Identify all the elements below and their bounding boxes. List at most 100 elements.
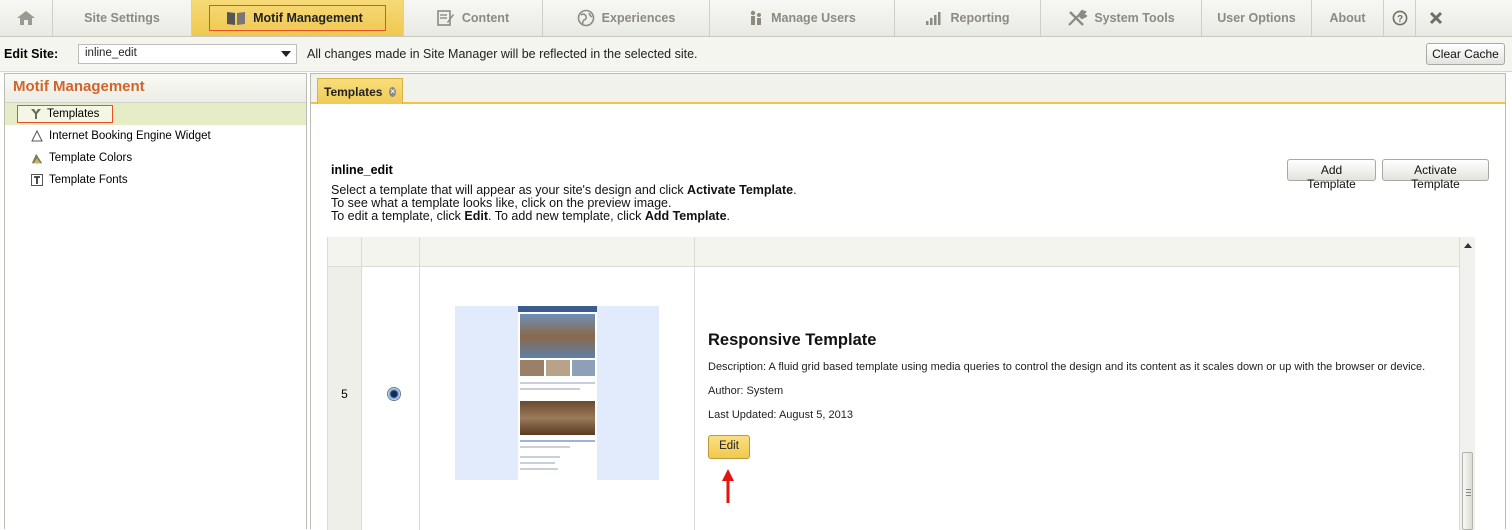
edit-button[interactable]: Edit — [708, 435, 750, 459]
site-select-value: inline_edit — [85, 47, 137, 59]
preview-line — [520, 382, 595, 384]
nav-label: User Options — [1217, 11, 1296, 25]
content-icon — [437, 10, 454, 26]
nav-label: Site Settings — [84, 11, 160, 25]
scrollbar-thumb[interactable] — [1462, 452, 1473, 530]
preview-line — [520, 440, 595, 442]
template-name: Responsive Template — [708, 331, 877, 349]
book-icon — [227, 12, 246, 25]
nav-label: Motif Management — [253, 11, 363, 25]
nav-site-settings[interactable]: Site Settings — [53, 0, 192, 36]
instruction-text: . — [793, 183, 797, 197]
preview-thumb — [520, 360, 544, 376]
nav-manage-users[interactable]: Manage Users — [710, 0, 895, 36]
close-icon — [1429, 11, 1442, 25]
instruction-bold: Add Template — [644, 209, 727, 223]
nav-label: Content — [461, 11, 510, 25]
grip-line — [1466, 489, 1471, 490]
tools-icon — [1068, 9, 1088, 26]
site-note: All changes made in Site Manager will be… — [307, 47, 698, 61]
right-panel: Templates × inline_edit Select a templat… — [310, 73, 1506, 530]
triangle-icon — [31, 130, 43, 142]
nav-label: System Tools — [1094, 11, 1175, 25]
sidebar-item-template-colors[interactable]: Template Colors — [5, 147, 306, 169]
nav-motif-management[interactable]: Motif Management — [192, 0, 404, 36]
preview-photo — [520, 401, 595, 435]
nav-home[interactable] — [0, 0, 53, 36]
nav-help[interactable]: ? — [1384, 0, 1416, 36]
sidebar-item-label: Templates — [47, 108, 100, 120]
preview-line — [520, 462, 555, 464]
tab-strip: Templates × — [311, 74, 1505, 104]
sidebar-item-templates[interactable]: Templates — [5, 103, 306, 125]
preview-thumb — [572, 360, 595, 376]
nav-label: Experiences — [601, 11, 676, 25]
nav-about[interactable]: About — [1312, 0, 1384, 36]
instruction-text: . To add new template, click — [488, 209, 645, 223]
templates-icon — [30, 108, 42, 120]
instruction-bold: Edit — [464, 209, 489, 223]
preview-page — [518, 306, 597, 480]
nav-experiences[interactable]: Experiences — [543, 0, 710, 36]
preview-line — [520, 468, 558, 470]
nav-content[interactable]: Content — [404, 0, 543, 36]
grip-line — [1466, 495, 1471, 496]
sidebar-item-label: Template Colors — [49, 152, 133, 164]
instruction-line-3: To edit a template, click Edit. To add n… — [331, 210, 797, 223]
users-icon — [750, 10, 762, 25]
clear-cache-button[interactable]: Clear Cache — [1426, 43, 1505, 65]
selection-highlight: Templates — [17, 105, 114, 123]
site-select[interactable]: inline_edit — [78, 44, 297, 64]
svg-text:?: ? — [1396, 14, 1402, 25]
palette-icon — [31, 152, 43, 164]
row-number-column — [328, 237, 361, 530]
site-bar: Edit Site: inline_edit All changes made … — [0, 37, 1512, 72]
nav-close[interactable] — [1416, 0, 1455, 36]
red-arrow-icon — [722, 469, 734, 503]
chevron-down-icon — [281, 51, 291, 57]
sidebar-item-booking-widget[interactable]: Internet Booking Engine Widget — [5, 125, 306, 147]
close-icon[interactable]: × — [389, 86, 396, 97]
instruction-text: . — [726, 209, 731, 223]
home-icon — [17, 11, 35, 25]
template-details: Responsive Template Description: A fluid… — [708, 331, 1425, 503]
left-panel-title: Motif Management — [5, 74, 306, 103]
nav-user-options[interactable]: User Options — [1202, 0, 1312, 36]
column-divider — [419, 237, 420, 530]
activate-template-button[interactable]: Activate Template — [1382, 159, 1489, 191]
tab-templates[interactable]: Templates × — [317, 78, 403, 104]
preview-line — [520, 446, 570, 448]
grip-line — [1466, 492, 1471, 493]
nav-label: About — [1329, 11, 1366, 25]
globe-icon — [577, 9, 594, 27]
vertical-scrollbar[interactable] — [1459, 237, 1475, 530]
preview-line — [520, 388, 580, 390]
nav-reporting[interactable]: Reporting — [895, 0, 1041, 36]
row-number: 5 — [341, 387, 348, 401]
site-name-heading: inline_edit — [331, 163, 393, 177]
template-preview-image[interactable] — [455, 306, 659, 480]
left-panel: Motif Management Templates Internet Book… — [4, 73, 307, 529]
preview-thumb — [546, 360, 570, 376]
preview-header-bar — [518, 306, 597, 312]
help-icon: ? — [1392, 10, 1407, 26]
sidebar-item-template-fonts[interactable]: Template Fonts — [5, 169, 306, 191]
nav-system-tools[interactable]: System Tools — [1041, 0, 1202, 36]
edit-site-label: Edit Site: — [4, 47, 59, 61]
templates-grid: 5 Responsive Template Description: A flu… — [327, 237, 1475, 530]
instructions: Select a template that will appear as yo… — [331, 184, 797, 223]
sidebar-item-label: Template Fonts — [49, 174, 128, 186]
top-navigation: Site Settings Motif Management Content E… — [0, 0, 1512, 37]
preview-hero — [520, 314, 595, 358]
add-template-button[interactable]: Add Template — [1287, 159, 1376, 191]
template-author: Author: System — [708, 385, 784, 397]
chart-icon — [926, 12, 941, 25]
template-description: Description: A fluid grid based template… — [708, 361, 1426, 373]
column-divider — [361, 237, 362, 530]
instruction-bold: Activate Template — [687, 183, 794, 197]
column-divider — [694, 237, 695, 530]
font-icon — [31, 174, 43, 186]
scroll-up-icon[interactable] — [1464, 243, 1472, 248]
template-last-updated: Last Updated: August 5, 2013 — [708, 409, 853, 421]
template-radio[interactable] — [387, 387, 401, 401]
